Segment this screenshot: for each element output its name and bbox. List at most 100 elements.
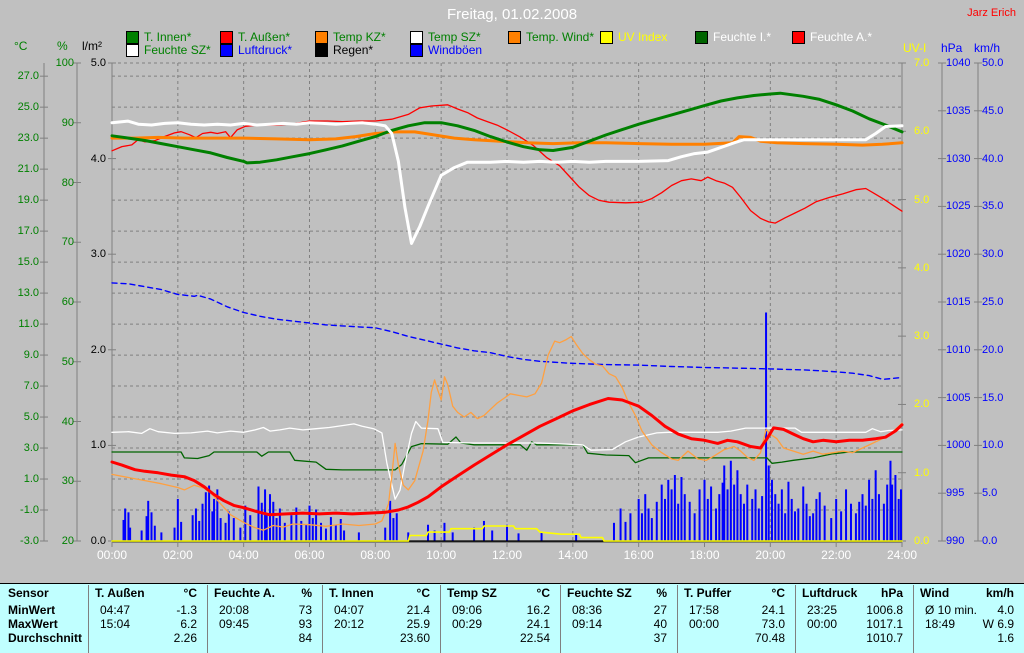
- x-tick-label-00:00: 00:00: [96, 548, 128, 562]
- tick-label-uv-5.0: 5.0: [914, 193, 930, 206]
- axis-unit-hum: %: [57, 39, 68, 53]
- legend-label: T. Innen*: [144, 30, 192, 44]
- table-text: 1010.7: [866, 631, 903, 645]
- table-text: 20:12: [334, 617, 365, 631]
- legend-item-feuchte-a: Feuchte A.*: [792, 30, 872, 44]
- table-max-t-puffer: 00:00 73.0: [689, 618, 785, 631]
- tick-label-hpa-1010: 1010: [946, 343, 971, 356]
- table-text: 22.54: [519, 631, 550, 645]
- table-text: 04:47: [100, 603, 131, 617]
- table-avg-t-au-en: 2.26: [100, 632, 197, 645]
- tick-label-hum-80: 80: [61, 176, 74, 189]
- tick-label-temp-7.0: 7.0: [23, 380, 39, 393]
- table-text: 09:06: [452, 603, 483, 617]
- table-min-luftdruck: 23:25 1006.8: [807, 604, 903, 617]
- tick-label-hpa-1035: 1035: [946, 104, 971, 117]
- table-text: Sensor: [8, 586, 49, 600]
- table-min-t-innen: 04:07 21.4: [334, 604, 430, 617]
- tick-label-temp-17.0: 17.0: [17, 225, 39, 238]
- table-min-wind: Ø 10 min. 4.0: [925, 604, 1014, 617]
- tick-label-hpa-1040: 1040: [946, 57, 971, 69]
- tick-label-wind-10.0: 10.0: [982, 439, 1004, 452]
- table-text: 25.9: [406, 617, 430, 631]
- table-col-header-t-au-en: T. Außen °C: [95, 587, 197, 600]
- table-text: 21.4: [406, 603, 430, 617]
- tick-label-rain-2.0: 2.0: [90, 343, 106, 356]
- series-feuchte-a: [111, 104, 903, 224]
- legend-item-t-innen: T. Innen*: [126, 30, 191, 44]
- table-divider: [560, 585, 561, 653]
- legend-swatch-uv-index: [600, 30, 613, 44]
- table-col-header-luftdruck: Luftdruck hPa: [802, 587, 903, 600]
- axis-unit-rain: l/m²: [82, 39, 102, 53]
- table-row-label-durchschnitt: Durchschnitt: [8, 632, 84, 645]
- tick-label-temp--1.0: -1.0: [20, 504, 39, 516]
- tick-label-wind-30.0: 30.0: [982, 248, 1004, 261]
- tick-label-hum-30: 30: [61, 475, 74, 488]
- table-text: 37: [653, 631, 667, 645]
- stats-table: Sensor MinWert MaxWert Durchschnitt T. Außen…: [0, 583, 1024, 653]
- table-text: MinWert: [8, 603, 56, 617]
- table-row-label-maxwert: MaxWert: [8, 618, 84, 631]
- tick-label-temp-21.0: 21.0: [17, 163, 39, 176]
- table-text: %: [301, 586, 312, 600]
- table-row-label-minwert: MinWert: [8, 604, 84, 617]
- tick-label-uv-6.0: 6.0: [914, 125, 930, 138]
- tick-label-uv-7.0: 7.0: [914, 57, 930, 69]
- series-t-innen: [110, 91, 904, 165]
- legend-swatch-windb-en: [410, 43, 423, 57]
- tick-label-hum-20: 20: [61, 535, 74, 547]
- table-text: T. Außen: [95, 586, 145, 600]
- table-text: 6.2: [180, 617, 197, 631]
- table-text: 20:08: [219, 603, 250, 617]
- tick-label-uv-3.0: 3.0: [914, 330, 930, 343]
- tick-label-wind-40.0: 40.0: [982, 152, 1004, 165]
- legend-swatch-temp-kz: [315, 30, 328, 44]
- table-avg-feuchte-a: 84: [219, 632, 312, 645]
- table-max-t-au-en: 15:04 6.2: [100, 618, 197, 631]
- table-text: %: [656, 586, 667, 600]
- table-col-header-t-innen: T. Innen °C: [329, 587, 430, 600]
- tick-label-temp-27.0: 27.0: [17, 70, 39, 83]
- legend-label: Temp KZ*: [333, 30, 386, 44]
- legend-item-temp-kz: Temp KZ*: [315, 30, 386, 44]
- tick-label-temp-23.0: 23.0: [17, 132, 39, 145]
- table-divider: [88, 585, 89, 653]
- tick-label-hpa-990: 990: [946, 535, 965, 547]
- legend-swatch-feuchte-sz: [126, 43, 139, 57]
- legend-swatch-temp-sz: [410, 30, 423, 44]
- tick-label-uv-4.0: 4.0: [914, 261, 930, 274]
- x-tick-label-18:00: 18:00: [689, 548, 720, 562]
- table-text: 09:14: [572, 617, 603, 631]
- table-text: Feuchte A.: [214, 586, 275, 600]
- x-tick-label-22:00: 22:00: [821, 548, 852, 562]
- table-text: 00:29: [452, 617, 483, 631]
- legend-label: Feuchte I.*: [713, 30, 772, 44]
- weather-station-day-chart-window: Freitag, 01.02.2008 Jarz Erich T. Innen*…: [0, 0, 1024, 653]
- table-divider: [440, 585, 441, 653]
- legend-item-temp-wind: Temp. Wind*: [508, 30, 594, 44]
- legend-swatch-luftdruck: [220, 43, 233, 57]
- x-tick-label-12:00: 12:00: [491, 548, 523, 562]
- legend-swatch-t-au-en: [220, 30, 233, 44]
- tick-label-wind-0.0: 0.0: [982, 535, 998, 547]
- table-text: 18:49: [925, 617, 956, 631]
- table-col-header-temp-sz: Temp SZ °C: [447, 587, 550, 600]
- tick-label-hpa-1020: 1020: [946, 248, 971, 261]
- tick-label-hum-90: 90: [61, 116, 74, 129]
- tick-label-wind-5.0: 5.0: [982, 487, 998, 500]
- tick-label-rain-0.0: 0.0: [90, 535, 106, 547]
- table-text: Wind: [920, 586, 950, 600]
- table-text: °C: [771, 586, 785, 600]
- tick-label-uv-2.0: 2.0: [914, 398, 930, 411]
- table-text: 1.6: [997, 631, 1014, 645]
- tick-label-wind-45.0: 45.0: [982, 104, 1004, 117]
- x-tick-label-16:00: 16:00: [623, 548, 654, 562]
- table-text: Luftdruck: [802, 586, 858, 600]
- table-text: MaxWert: [8, 617, 58, 631]
- tick-label-temp-1.0: 1.0: [23, 473, 39, 486]
- tick-label-uv-1.0: 1.0: [914, 466, 930, 479]
- table-text: W 6.9: [982, 617, 1014, 631]
- table-divider: [913, 585, 914, 653]
- table-avg-feuchte-sz: 37: [572, 632, 667, 645]
